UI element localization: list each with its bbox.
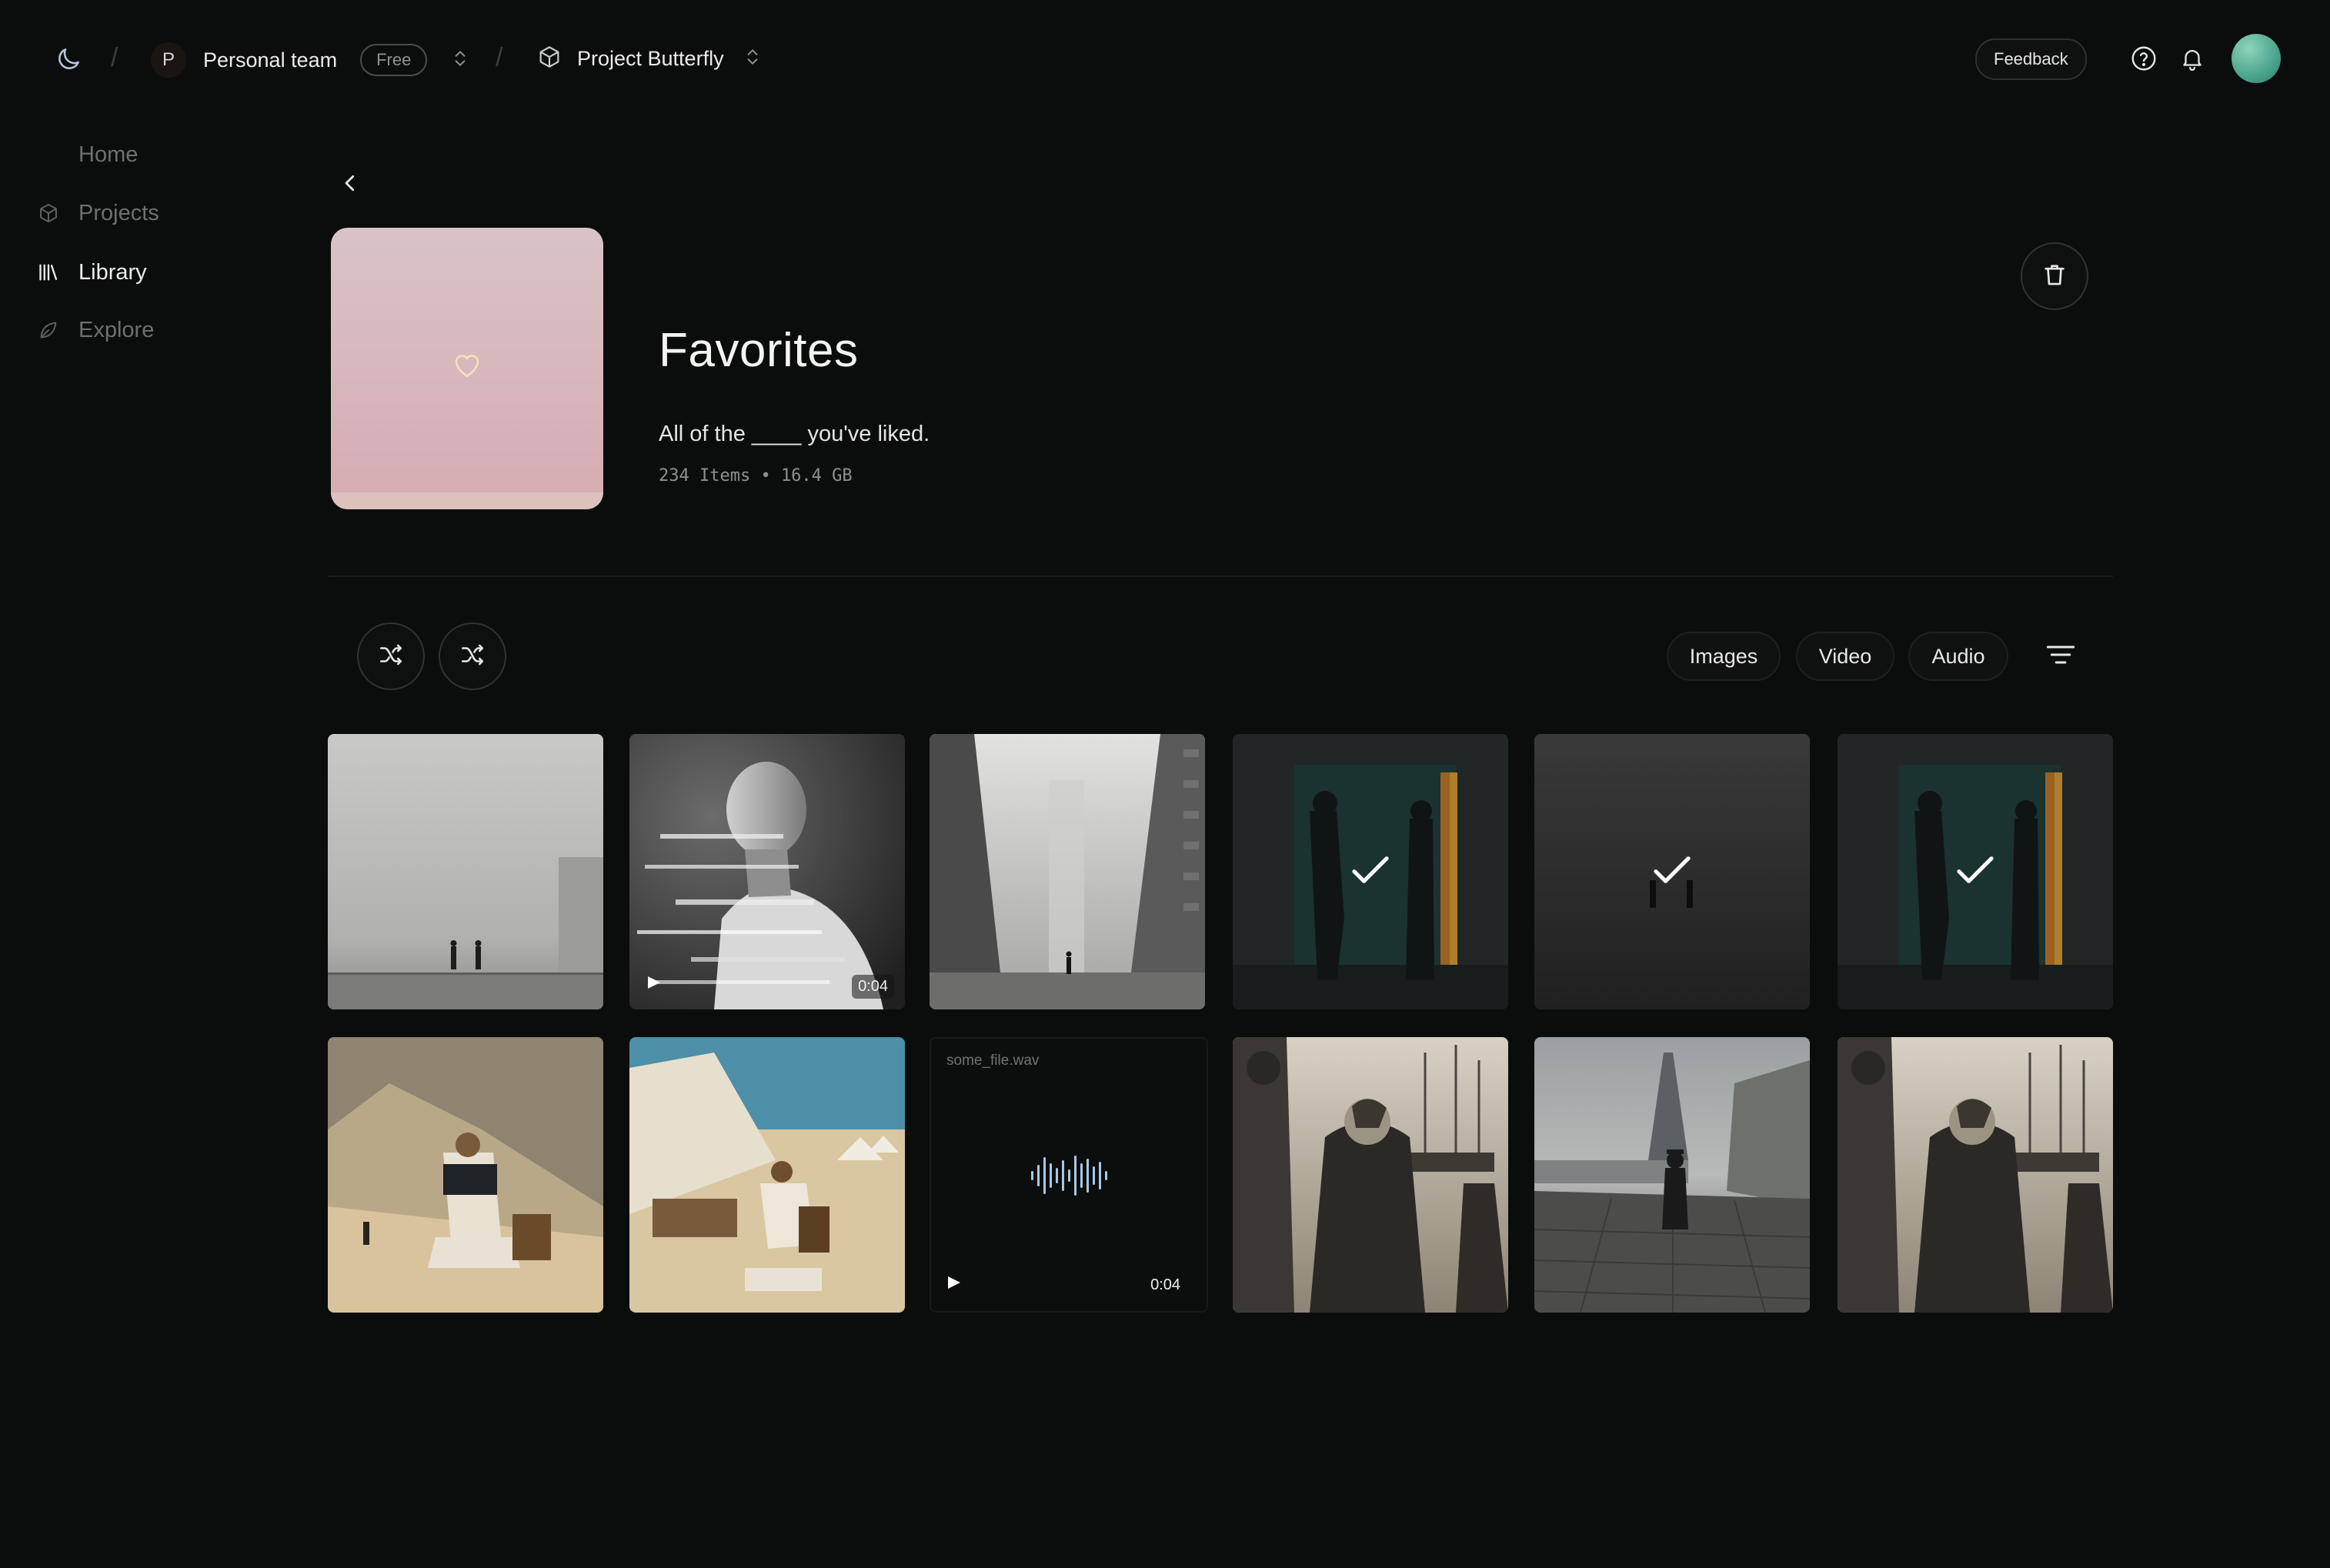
project-switcher[interactable]: Project Butterfly (537, 45, 763, 73)
media-tile[interactable] (328, 1037, 603, 1313)
filter-images[interactable]: Images (1667, 632, 1781, 681)
media-tile[interactable] (1233, 1037, 1508, 1313)
media-tile-selected[interactable] (1838, 734, 2113, 1009)
sidebar-item-library[interactable]: Library (37, 253, 147, 292)
library-icon (37, 261, 60, 284)
audio-file-name: some_file.wav (946, 1053, 1040, 1069)
app-root: / P Personal team Free / Project Butterf… (0, 0, 2330, 1568)
team-avatar: P (151, 42, 186, 78)
tile-image (629, 1037, 905, 1313)
sidebar-item-label: Explore (78, 317, 155, 342)
breadcrumb-separator: / (496, 43, 503, 72)
tile-image (1838, 1037, 2113, 1313)
check-icon (1955, 856, 1995, 889)
audio-duration: 0:04 (1150, 1276, 1180, 1293)
media-tile[interactable] (328, 734, 603, 1009)
sidebar-item-projects[interactable]: Projects (37, 194, 159, 232)
filter-audio[interactable]: Audio (1908, 632, 2008, 681)
heart-icon (452, 351, 482, 382)
team-name: Personal team (203, 48, 338, 72)
cube-icon (37, 202, 60, 225)
shuffle-button[interactable] (357, 622, 425, 690)
media-tile[interactable] (629, 1037, 905, 1313)
plan-badge: Free (360, 44, 428, 76)
help-icon[interactable] (2130, 45, 2158, 72)
sidebar-item-label: Home (78, 142, 139, 167)
section-divider (328, 575, 2113, 577)
cube-icon (537, 45, 562, 73)
audio-tile[interactable]: some_file.wav 0:04 (930, 1037, 1208, 1313)
chevron-updown-icon[interactable] (743, 45, 763, 72)
filter-video[interactable]: Video (1796, 632, 1894, 681)
tile-image (1534, 1037, 1810, 1313)
delete-button[interactable] (2021, 242, 2088, 310)
collection-meta: 234 Items • 16.4 GB (659, 466, 853, 485)
chevron-left-icon (339, 172, 362, 199)
sort-button[interactable] (2039, 637, 2082, 676)
waveform-icon (1031, 1153, 1108, 1203)
collection-cover (331, 228, 603, 509)
shuffle-icon (378, 642, 404, 672)
sidebar-item-label: Projects (78, 200, 159, 225)
user-avatar[interactable] (2232, 34, 2281, 83)
tile-image (629, 734, 905, 1009)
back-button[interactable] (331, 165, 369, 204)
play-icon[interactable] (646, 975, 662, 994)
media-tile-selected[interactable] (1534, 734, 1810, 1009)
chevron-updown-icon[interactable] (450, 47, 470, 74)
tile-image (328, 734, 603, 1009)
tile-image (930, 734, 1205, 1009)
feedback-button[interactable]: Feedback (1975, 38, 2087, 80)
check-icon (1350, 856, 1390, 889)
sidebar-item-explore[interactable]: Explore (37, 311, 154, 349)
media-tile-selected[interactable] (1233, 734, 1508, 1009)
tile-image (1233, 1037, 1508, 1313)
trash-icon (2041, 261, 2068, 292)
project-name: Project Butterfly (577, 47, 724, 70)
media-tile[interactable] (1838, 1037, 2113, 1313)
moon-icon[interactable] (54, 45, 83, 74)
collection-description: All of the ____ you've liked. (659, 422, 930, 446)
bell-icon[interactable] (2179, 45, 2205, 72)
check-icon (1652, 856, 1692, 889)
breadcrumb-separator: / (111, 43, 119, 72)
media-tile[interactable] (1534, 1037, 1810, 1313)
media-tile[interactable]: 0:04 (629, 734, 905, 1009)
leaf-icon (37, 319, 60, 342)
sidebar-item-label: Library (78, 259, 147, 285)
tile-image (328, 1037, 603, 1313)
shuffle-icon (459, 642, 486, 672)
shuffle-play-button[interactable] (439, 622, 506, 690)
team-switcher[interactable]: P Personal team Free (151, 42, 470, 78)
play-icon[interactable] (946, 1275, 962, 1294)
media-tile[interactable] (930, 734, 1205, 1009)
video-duration: 0:04 (852, 975, 894, 999)
top-bar: / P Personal team Free / Project Butterf… (0, 0, 2330, 120)
sidebar-item-home[interactable]: Home (37, 135, 138, 174)
page-title: Favorites (659, 324, 859, 377)
sort-lines-icon (2045, 643, 2076, 670)
